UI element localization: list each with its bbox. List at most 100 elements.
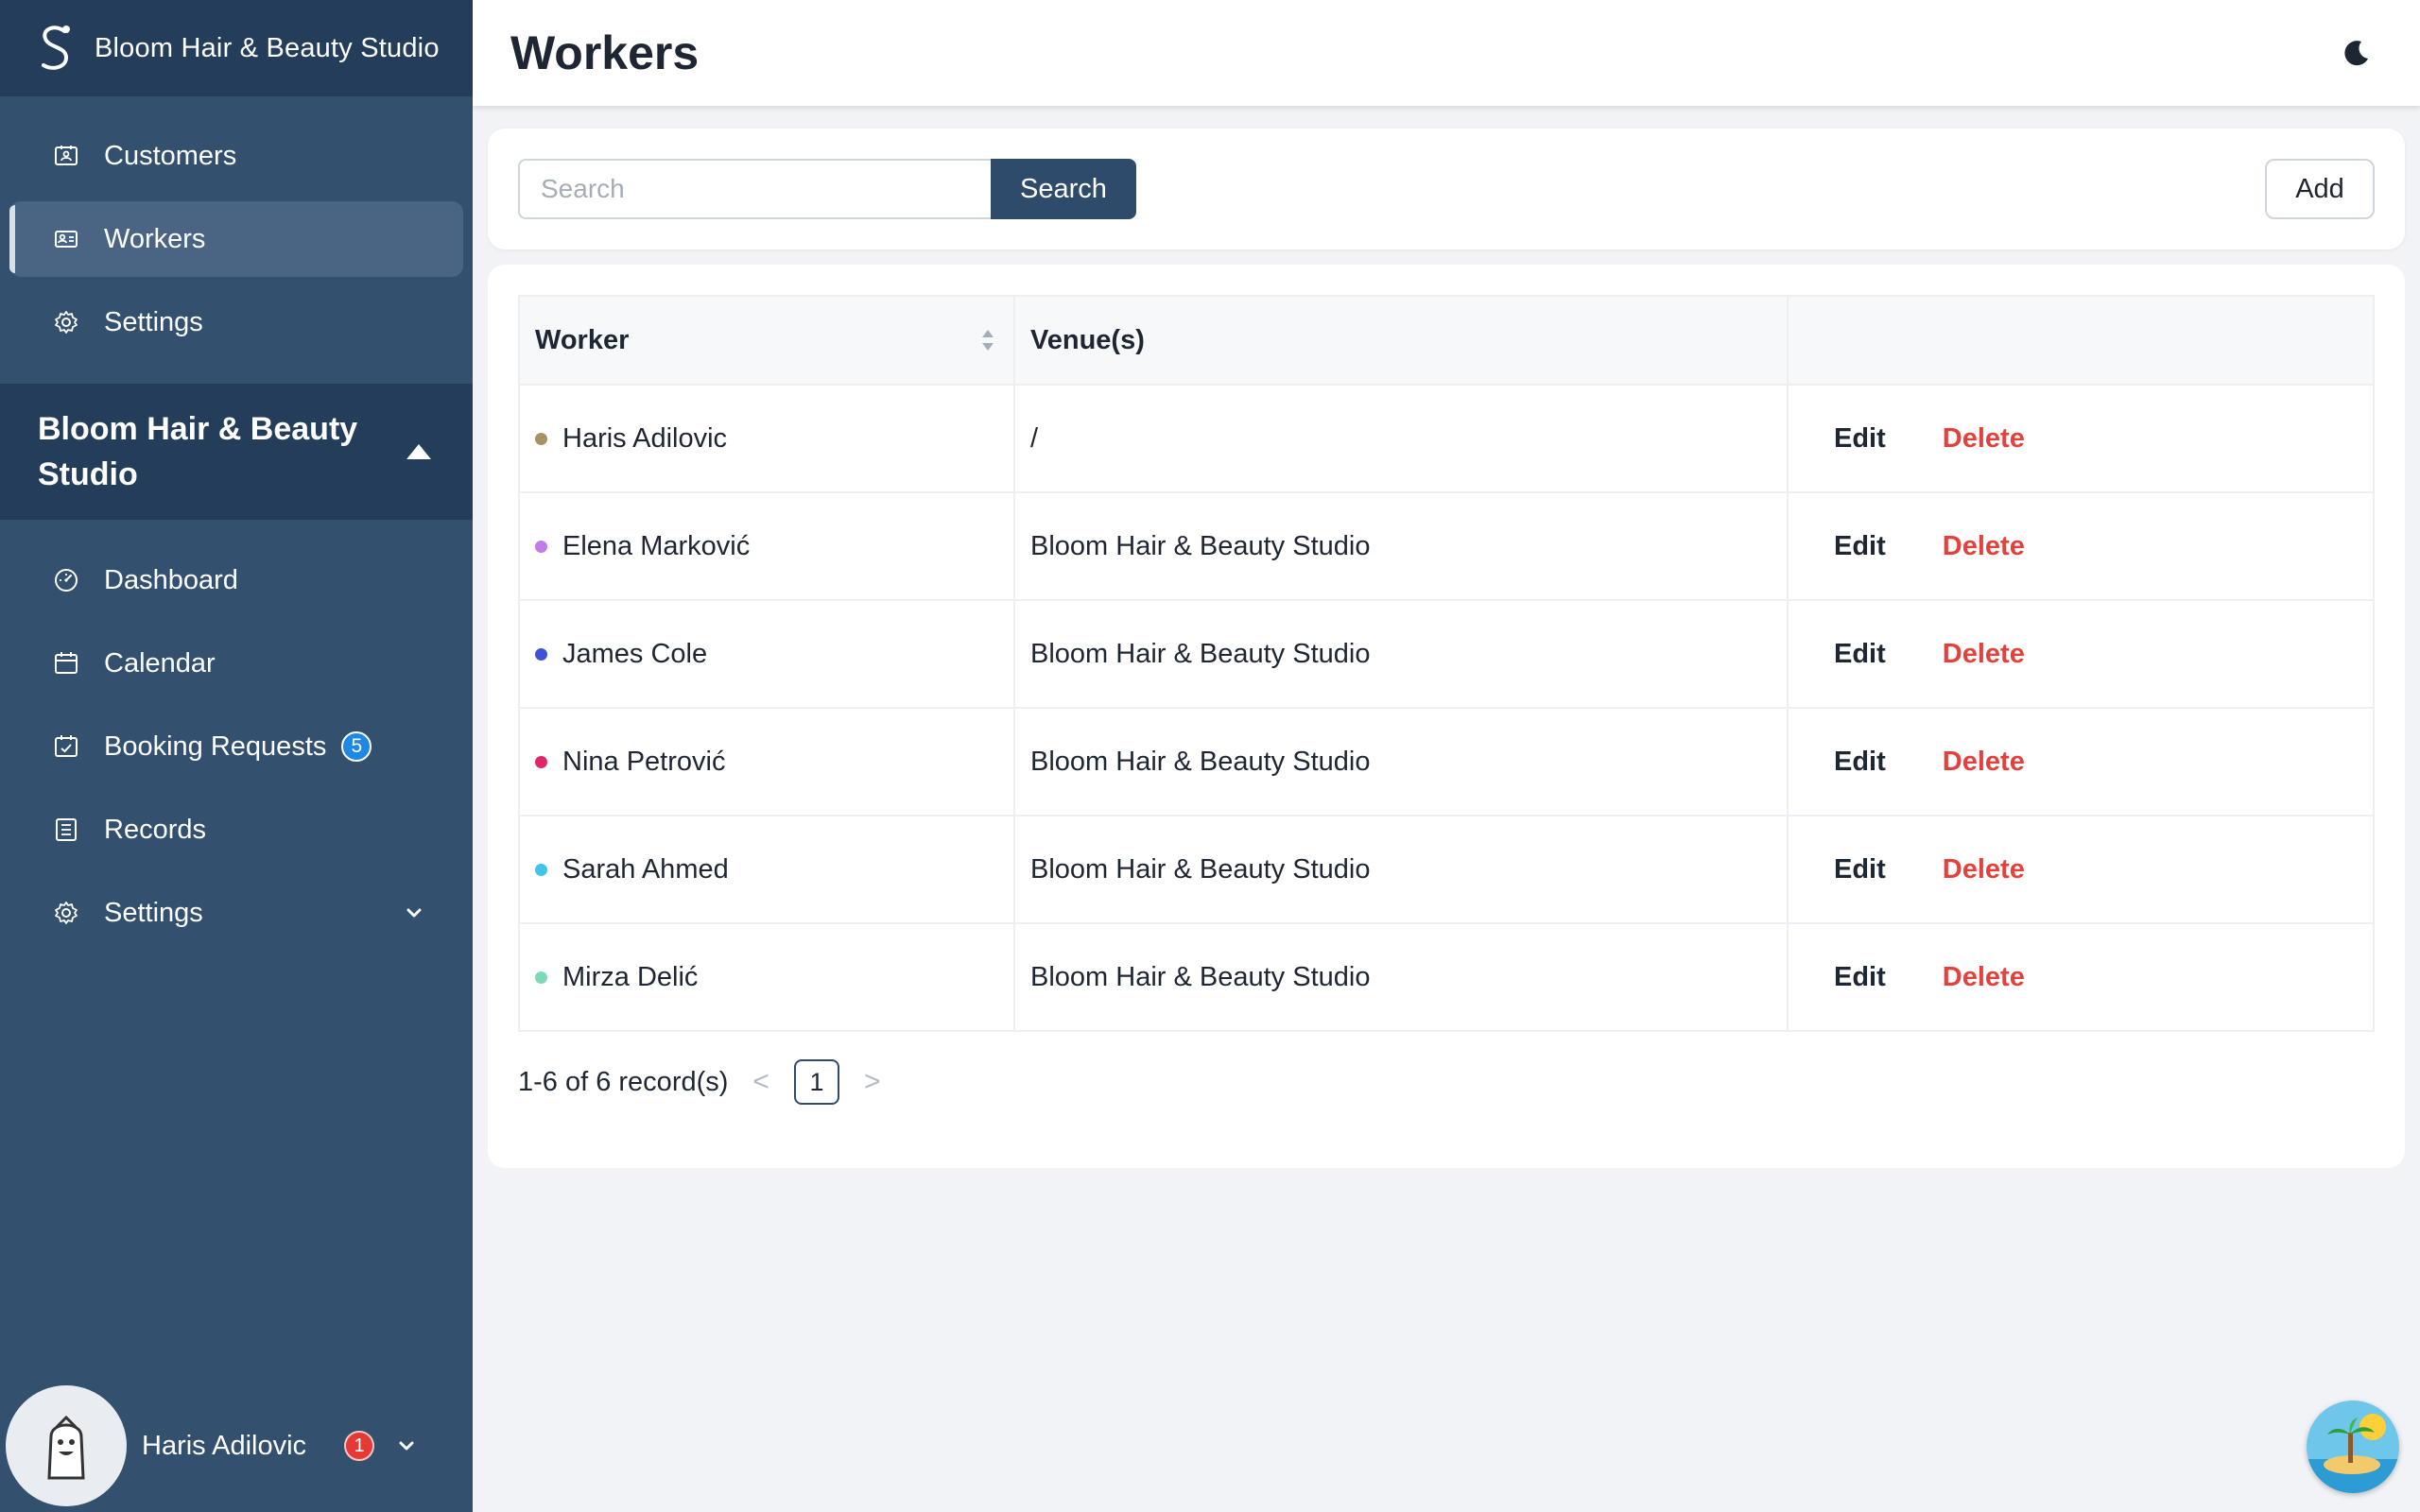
venue-cell: Bloom Hair & Beauty Studio bbox=[1013, 599, 1789, 709]
worker-cell: Sarah Ahmed bbox=[518, 815, 1015, 924]
venue-nav: Dashboard Calendar Booking Requests 5 Re… bbox=[0, 542, 473, 958]
sidebar-item-customers[interactable]: Customers bbox=[9, 118, 463, 194]
worker-color-dot bbox=[535, 432, 547, 445]
table-row: Nina Petrović Bloom Hair & Beauty Studio… bbox=[518, 707, 2375, 816]
edit-button[interactable]: Edit bbox=[1834, 423, 1886, 454]
dashboard-icon bbox=[55, 569, 78, 592]
brand-header[interactable]: Bloom Hair & Beauty Studio bbox=[0, 0, 473, 96]
worker-cell: Mirza Delić bbox=[518, 922, 1015, 1032]
sidebar-item-label: Records bbox=[104, 814, 206, 845]
workers-table: Worker Venue(s) Haris Adilovic / Edit De… bbox=[518, 295, 2375, 1032]
worker-color-dot bbox=[535, 755, 547, 768]
delete-button[interactable]: Delete bbox=[1943, 854, 2025, 885]
search-toolbar: Search Add bbox=[488, 129, 2405, 249]
page-title: Workers bbox=[510, 26, 700, 79]
floating-beach-widget[interactable] bbox=[2307, 1400, 2399, 1493]
sidebar-item-dashboard[interactable]: Dashboard bbox=[9, 542, 463, 618]
gear-icon bbox=[55, 311, 78, 334]
sidebar-item-booking-requests[interactable]: Booking Requests 5 bbox=[9, 709, 463, 784]
worker-color-dot bbox=[535, 971, 547, 984]
sidebar-item-venue-settings[interactable]: Settings bbox=[9, 875, 463, 951]
actions-cell: Edit Delete bbox=[1787, 384, 2375, 493]
booking-icon bbox=[55, 735, 78, 757]
caret-up-icon bbox=[406, 444, 431, 459]
column-header-worker[interactable]: Worker bbox=[518, 295, 1015, 386]
customers-icon bbox=[55, 146, 78, 165]
notification-badge[interactable]: 1 bbox=[344, 1431, 375, 1461]
worker-name: James Cole bbox=[562, 638, 708, 669]
sidebar-item-label: Calendar bbox=[104, 647, 216, 679]
actions-cell: Edit Delete bbox=[1787, 599, 2375, 709]
chevron-down-icon bbox=[406, 908, 422, 918]
actions-cell: Edit Delete bbox=[1787, 815, 2375, 924]
table-header-row: Worker Venue(s) bbox=[518, 295, 2375, 386]
add-worker-button[interactable]: Add bbox=[2265, 159, 2375, 219]
workers-table-body: Haris Adilovic / Edit Delete Elena Markov… bbox=[518, 384, 2375, 1032]
booking-requests-badge: 5 bbox=[341, 731, 372, 762]
sidebar-item-label: Settings bbox=[104, 897, 203, 928]
delete-button[interactable]: Delete bbox=[1943, 423, 2025, 454]
table-row: James Cole Bloom Hair & Beauty Studio Ed… bbox=[518, 599, 2375, 709]
worker-color-dot bbox=[535, 647, 547, 661]
pagination: 1-6 of 6 record(s) < 1 > bbox=[518, 1058, 880, 1106]
sidebar: Bloom Hair & Beauty Studio Customers Wor… bbox=[0, 0, 473, 1512]
chevron-down-icon[interactable] bbox=[395, 1435, 418, 1457]
edit-button[interactable]: Edit bbox=[1834, 639, 1886, 669]
delete-button[interactable]: Delete bbox=[1943, 531, 2025, 561]
worker-name: Sarah Ahmed bbox=[562, 853, 729, 885]
edit-button[interactable]: Edit bbox=[1834, 531, 1886, 561]
pagination-page-button[interactable]: 1 bbox=[793, 1059, 839, 1105]
actions-cell: Edit Delete bbox=[1787, 491, 2375, 601]
worker-cell: Haris Adilovic bbox=[518, 384, 1015, 493]
actions-cell: Edit Delete bbox=[1787, 922, 2375, 1032]
worker-color-dot bbox=[535, 540, 547, 553]
worker-name: Elena Marković bbox=[562, 530, 751, 561]
sidebar-item-label: Settings bbox=[104, 306, 203, 337]
search-input[interactable] bbox=[518, 159, 993, 219]
venue-group-title: Bloom Hair & Beauty Studio bbox=[38, 411, 358, 492]
workers-table-card: Worker Venue(s) Haris Adilovic / Edit De… bbox=[488, 265, 2405, 1168]
worker-cell: James Cole bbox=[518, 599, 1015, 709]
calendar-icon bbox=[55, 652, 78, 674]
avatar[interactable] bbox=[6, 1385, 127, 1506]
workers-icon bbox=[55, 231, 78, 248]
gear-icon bbox=[55, 902, 78, 924]
table-row: Mirza Delić Bloom Hair & Beauty Studio E… bbox=[518, 922, 2375, 1032]
top-bar: Workers bbox=[473, 0, 2420, 106]
dark-mode-toggle-icon[interactable] bbox=[2339, 36, 2373, 70]
pagination-next-button[interactable]: > bbox=[864, 1066, 881, 1098]
sidebar-item-label: Workers bbox=[104, 223, 206, 254]
worker-name: Nina Petrović bbox=[562, 746, 726, 777]
table-row: Sarah Ahmed Bloom Hair & Beauty Studio E… bbox=[518, 815, 2375, 924]
worker-cell: Elena Marković bbox=[518, 491, 1015, 601]
column-header-venues: Venue(s) bbox=[1013, 295, 1789, 386]
sidebar-item-workers[interactable]: Workers bbox=[9, 201, 463, 277]
venue-cell: Bloom Hair & Beauty Studio bbox=[1013, 707, 1789, 816]
delete-button[interactable]: Delete bbox=[1943, 962, 2025, 992]
sidebar-item-records[interactable]: Records bbox=[9, 792, 463, 868]
venue-cell: Bloom Hair & Beauty Studio bbox=[1013, 815, 1789, 924]
sidebar-top-nav: Customers Workers Settings bbox=[0, 118, 473, 368]
sidebar-item-label: Booking Requests bbox=[104, 730, 327, 762]
column-header-label: Worker bbox=[535, 324, 630, 355]
delete-button[interactable]: Delete bbox=[1943, 639, 2025, 669]
worker-color-dot bbox=[535, 863, 547, 876]
user-menu[interactable]: Haris Adilovic 1 bbox=[0, 1380, 473, 1512]
search-button[interactable]: Search bbox=[991, 159, 1136, 219]
brand-name: Bloom Hair & Beauty Studio bbox=[95, 32, 440, 63]
sort-icon[interactable] bbox=[979, 327, 996, 353]
edit-button[interactable]: Edit bbox=[1834, 747, 1886, 777]
beach-island-icon bbox=[2307, 1400, 2399, 1493]
sidebar-item-calendar[interactable]: Calendar bbox=[9, 626, 463, 701]
sidebar-item-label: Customers bbox=[104, 140, 237, 171]
sidebar-item-settings[interactable]: Settings bbox=[9, 284, 463, 360]
edit-button[interactable]: Edit bbox=[1834, 962, 1886, 992]
venue-group-toggle[interactable]: Bloom Hair & Beauty Studio bbox=[0, 384, 473, 520]
edit-button[interactable]: Edit bbox=[1834, 854, 1886, 885]
user-name: Haris Adilovic bbox=[142, 1430, 307, 1461]
pagination-prev-button[interactable]: < bbox=[752, 1066, 769, 1098]
worker-name: Haris Adilovic bbox=[562, 422, 728, 454]
venue-cell: Bloom Hair & Beauty Studio bbox=[1013, 491, 1789, 601]
column-header-actions bbox=[1787, 295, 2375, 386]
delete-button[interactable]: Delete bbox=[1943, 747, 2025, 777]
